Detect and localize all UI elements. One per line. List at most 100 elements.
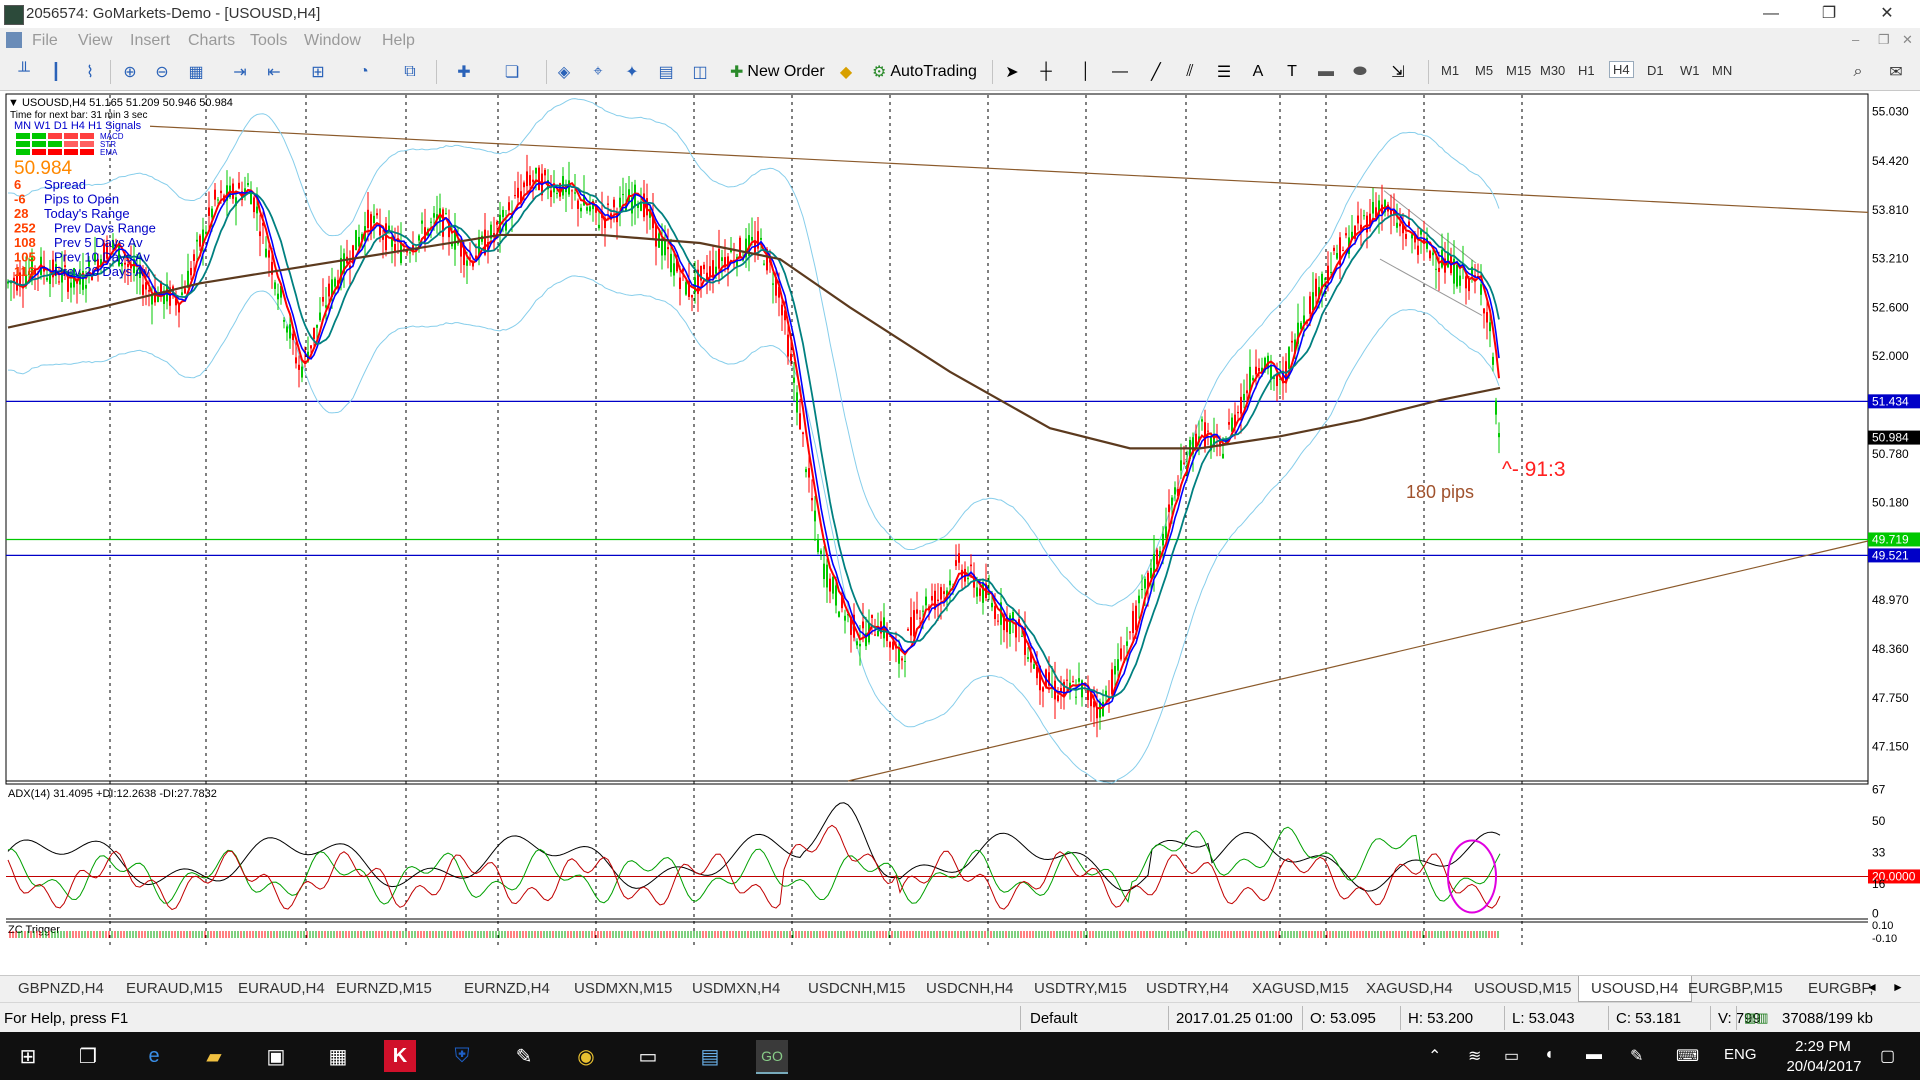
notifications-icon[interactable]: ▢ bbox=[1880, 1046, 1895, 1066]
chat-icon[interactable]: ✉ bbox=[1884, 60, 1908, 84]
trend-line-icon[interactable]: ╱ bbox=[1144, 60, 1168, 84]
mdi-chart-icon[interactable] bbox=[6, 32, 22, 48]
timeframe-m5[interactable]: M5 bbox=[1475, 63, 1493, 78]
menu-help[interactable]: Help bbox=[382, 32, 415, 50]
auto-scroll-icon[interactable]: ⇤ bbox=[262, 60, 286, 84]
search-icon[interactable]: ⌕ bbox=[1846, 60, 1870, 84]
language-indicator[interactable]: ENG bbox=[1724, 1046, 1757, 1063]
metaeditor-icon[interactable]: ◆ bbox=[834, 60, 858, 84]
gomarkets-icon[interactable]: GO bbox=[756, 1040, 788, 1074]
battery-icon[interactable]: ▬ bbox=[1586, 1046, 1602, 1064]
mdi-close-icon[interactable]: ✕ bbox=[1902, 32, 1913, 48]
chart-canvas[interactable]: ADX(14) 31.4095 +DI:12.2638 -DI:27.7832 … bbox=[0, 91, 1920, 947]
ellipse-icon[interactable]: ⬬ bbox=[1348, 60, 1372, 84]
tile-windows-icon[interactable]: ▦ bbox=[184, 60, 208, 84]
menu-tools[interactable]: Tools bbox=[250, 32, 287, 50]
tab-eurnzd-h4[interactable]: EURNZD,H4 bbox=[464, 980, 550, 997]
chart-shift-icon[interactable]: ⇥ bbox=[228, 60, 252, 84]
tab-eurgbp-m15[interactable]: EURGBP,M15 bbox=[1688, 980, 1783, 997]
timeframe-mn[interactable]: MN bbox=[1712, 63, 1732, 78]
edge-icon[interactable]: e bbox=[138, 1040, 170, 1072]
file-explorer-icon[interactable]: ▰ bbox=[198, 1040, 230, 1072]
strategy-tester-icon[interactable]: ◫ bbox=[688, 60, 712, 84]
tray-chevron-icon[interactable]: ⌃ bbox=[1428, 1046, 1441, 1066]
menu-view[interactable]: View bbox=[78, 32, 112, 50]
timeframe-h4[interactable]: H4 bbox=[1609, 61, 1634, 78]
candle-chart-icon[interactable]: ⌇ bbox=[78, 60, 102, 84]
crosshair-icon[interactable]: ┼ bbox=[1034, 60, 1058, 84]
indicators-icon[interactable]: ⊞ bbox=[306, 60, 330, 84]
timeframe-m15[interactable]: M15 bbox=[1506, 63, 1531, 78]
task-view-icon[interactable]: ❐ bbox=[72, 1040, 104, 1072]
camera-icon[interactable]: ▭ bbox=[632, 1040, 664, 1072]
terminal-icon[interactable]: ▤ bbox=[654, 60, 678, 84]
market-watch-icon[interactable]: ◈ bbox=[552, 60, 576, 84]
new-order-button[interactable]: ✚ New Order bbox=[726, 59, 829, 85]
tab-usousd-h4[interactable]: USOUSD,H4 bbox=[1578, 976, 1692, 1002]
arrows-icon[interactable]: ⇲ bbox=[1386, 60, 1410, 84]
menu-window[interactable]: Window bbox=[304, 32, 361, 50]
channel-icon[interactable]: ⫽ bbox=[1178, 60, 1202, 84]
tab-usousd-m15[interactable]: USOUSD,M15 bbox=[1474, 980, 1572, 997]
text-icon[interactable]: A bbox=[1246, 60, 1270, 84]
line-chart-icon[interactable]: ╨ bbox=[12, 60, 36, 84]
tab-usdcnh-m15[interactable]: USDCNH,M15 bbox=[808, 980, 906, 997]
restore-button[interactable]: ❐ bbox=[1806, 0, 1852, 28]
menu-charts[interactable]: Charts bbox=[188, 32, 235, 50]
vertical-line-icon[interactable]: │ bbox=[1074, 60, 1098, 84]
zoom-in-icon[interactable]: ⊕ bbox=[118, 60, 142, 84]
menu-insert[interactable]: Insert bbox=[130, 32, 170, 50]
templates-icon[interactable]: ⧉ bbox=[398, 60, 422, 84]
clock-time[interactable]: 2:29 PM bbox=[1778, 1038, 1868, 1055]
tab-usdmxn-m15[interactable]: USDMXN,M15 bbox=[574, 980, 672, 997]
tab-gbpnzd-h4[interactable]: GBPNZD,H4 bbox=[18, 980, 104, 997]
periods-icon[interactable]: ◔ bbox=[352, 60, 376, 84]
tab-eurnzd-m15[interactable]: EURNZD,M15 bbox=[336, 980, 432, 997]
mdi-restore-icon[interactable]: ❐ bbox=[1878, 32, 1890, 48]
volume-icon[interactable]: ◖ bbox=[1544, 1046, 1554, 1064]
fibonacci-icon[interactable]: ☰ bbox=[1212, 60, 1236, 84]
mdi-minimize-icon[interactable]: – bbox=[1852, 32, 1859, 47]
minimize-button[interactable]: — bbox=[1748, 0, 1794, 28]
cursor-icon[interactable]: ➤ bbox=[1000, 60, 1024, 84]
chart-window[interactable]: ADX(14) 31.4095 +DI:12.2638 -DI:27.7832 … bbox=[0, 91, 1920, 947]
profiles-icon[interactable]: ❏ bbox=[500, 60, 524, 84]
pen-icon[interactable]: ✎ bbox=[1630, 1046, 1643, 1066]
close-button[interactable]: ✕ bbox=[1864, 0, 1910, 28]
tab-usdcnh-h4[interactable]: USDCNH,H4 bbox=[926, 980, 1014, 997]
clock-date[interactable]: 20/04/2017 bbox=[1776, 1058, 1872, 1075]
data-window-icon[interactable]: ✦ bbox=[620, 60, 644, 84]
tab-eurgbp[interactable]: EURGBP, bbox=[1808, 980, 1874, 997]
tab-usdtry-m15[interactable]: USDTRY,M15 bbox=[1034, 980, 1127, 997]
tab-xagusd-m15[interactable]: XAGUSD,M15 bbox=[1252, 980, 1349, 997]
tab-xagusd-h4[interactable]: XAGUSD,H4 bbox=[1366, 980, 1453, 997]
timeframe-h1[interactable]: H1 bbox=[1578, 63, 1595, 78]
calculator-icon[interactable]: ▦ bbox=[322, 1040, 354, 1072]
rectangle-icon[interactable]: ▬ bbox=[1314, 60, 1338, 84]
photos-icon[interactable]: ▤ bbox=[694, 1040, 726, 1072]
tab-scroll-left-icon[interactable]: ◄ bbox=[1866, 980, 1878, 994]
tab-usdmxn-h4[interactable]: USDMXN,H4 bbox=[692, 980, 780, 997]
horizontal-line-icon[interactable]: — bbox=[1108, 60, 1132, 84]
new-chart-icon[interactable]: ✚ bbox=[452, 60, 476, 84]
k-app-icon[interactable]: K bbox=[384, 1040, 416, 1072]
timeframe-m30[interactable]: M30 bbox=[1540, 63, 1565, 78]
keyboard-icon[interactable]: ⌨ bbox=[1676, 1046, 1699, 1066]
network-icon[interactable]: ▭ bbox=[1504, 1046, 1519, 1066]
wifi-icon[interactable]: ≋ bbox=[1468, 1046, 1481, 1066]
paint-icon[interactable]: ✎ bbox=[508, 1040, 540, 1072]
navigator-icon[interactable]: ⌖ bbox=[586, 60, 610, 84]
autotrading-button[interactable]: ⚙ AutoTrading bbox=[868, 59, 981, 85]
bar-chart-icon[interactable]: ┃ bbox=[44, 60, 68, 84]
tab-euraud-m15[interactable]: EURAUD,M15 bbox=[126, 980, 223, 997]
tab-euraud-h4[interactable]: EURAUD,H4 bbox=[238, 980, 325, 997]
timeframe-m1[interactable]: M1 bbox=[1441, 63, 1459, 78]
timeframe-d1[interactable]: D1 bbox=[1647, 63, 1664, 78]
menu-file[interactable]: File bbox=[32, 32, 58, 50]
store-icon[interactable]: ▣ bbox=[260, 1040, 292, 1072]
start-icon[interactable]: ⊞ bbox=[12, 1040, 44, 1072]
timeframe-w1[interactable]: W1 bbox=[1680, 63, 1700, 78]
tab-usdtry-h4[interactable]: USDTRY,H4 bbox=[1146, 980, 1229, 997]
tab-scroll-right-icon[interactable]: ► bbox=[1892, 980, 1904, 994]
zoom-out-icon[interactable]: ⊖ bbox=[150, 60, 174, 84]
